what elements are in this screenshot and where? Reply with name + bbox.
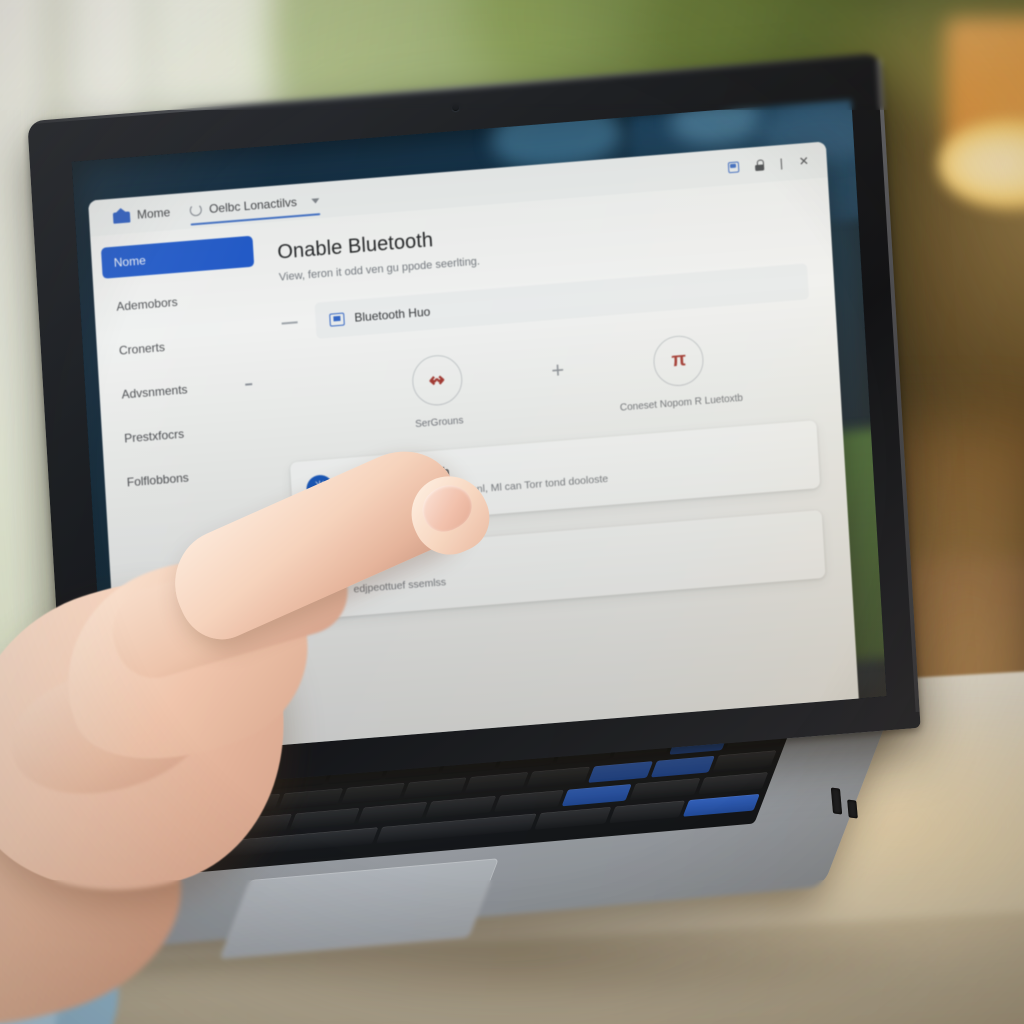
sidebar-item-cronerts[interactable]: Cronerts	[106, 324, 259, 367]
sidebar-item-label: Advsnments	[121, 381, 188, 402]
circle-button-label: Coneset Nopom R Luetoxtb	[619, 392, 744, 414]
key[interactable]	[561, 784, 633, 807]
sidebar-item-label: Nome	[113, 252, 147, 270]
sidebar-item-label: Ademobors	[115, 294, 178, 314]
chevron-down-icon[interactable]	[311, 197, 320, 204]
key[interactable]	[588, 761, 653, 783]
key[interactable]	[683, 793, 760, 817]
tab-home-label: Mome	[136, 205, 171, 222]
circle-button-sergrouns[interactable]: ↭ SerGrouns	[361, 349, 515, 434]
sidebar-item-ademobors[interactable]: Ademobors	[104, 280, 257, 323]
spinner-icon	[189, 203, 203, 217]
sidebar-item-label: Prestxfocrs	[123, 426, 185, 446]
sidebar-item-advsnments[interactable]: Advsnments	[109, 367, 262, 410]
webcam	[451, 103, 459, 112]
tab-connections-label: Oelbc Lonactilvs	[208, 195, 298, 217]
home-icon	[113, 208, 131, 223]
minimize-button[interactable]: |	[779, 156, 783, 170]
window-controls: | ✕	[727, 154, 822, 173]
key[interactable]	[650, 755, 715, 778]
lock-icon[interactable]	[754, 159, 764, 171]
key[interactable]	[697, 772, 769, 795]
key[interactable]	[608, 800, 686, 824]
collapse-caret-icon[interactable]	[245, 382, 253, 386]
hand	[0, 433, 530, 1024]
sidebar-item-prestxfocrs[interactable]: Prestxfocrs	[111, 411, 264, 454]
key[interactable]	[534, 806, 612, 830]
key[interactable]	[526, 766, 591, 789]
bluetooth-hub-label: Bluetooth Huo	[354, 304, 431, 325]
antenna-icon: π	[652, 333, 706, 388]
circle-button-label: SerGrouns	[414, 415, 464, 431]
plus-separator: +	[550, 357, 565, 384]
sidebar-item-nome[interactable]: Nome	[100, 235, 255, 279]
key[interactable]	[629, 778, 701, 801]
circle-button-coneset[interactable]: π Coneset Nopom R Luetoxtb	[603, 330, 757, 415]
key[interactable]	[712, 750, 777, 773]
photo-scene: Mome Oelbc Lonactilvs | ✕ Nome Ademobors…	[0, 0, 1024, 1024]
tab-home[interactable]: Mome	[102, 194, 181, 234]
minus-icon[interactable]	[281, 321, 298, 325]
sidebar-item-label: Cronerts	[118, 339, 166, 358]
circle-button-row: ↭ SerGrouns + π Coneset Nopom R Luetoxtb	[284, 325, 815, 440]
close-icon[interactable]: ✕	[798, 154, 809, 169]
audio-port	[847, 799, 858, 819]
window-restore-icon[interactable]	[727, 160, 740, 173]
bluetooth-signal-icon: ↭	[410, 353, 464, 408]
monitor-icon	[329, 312, 345, 327]
